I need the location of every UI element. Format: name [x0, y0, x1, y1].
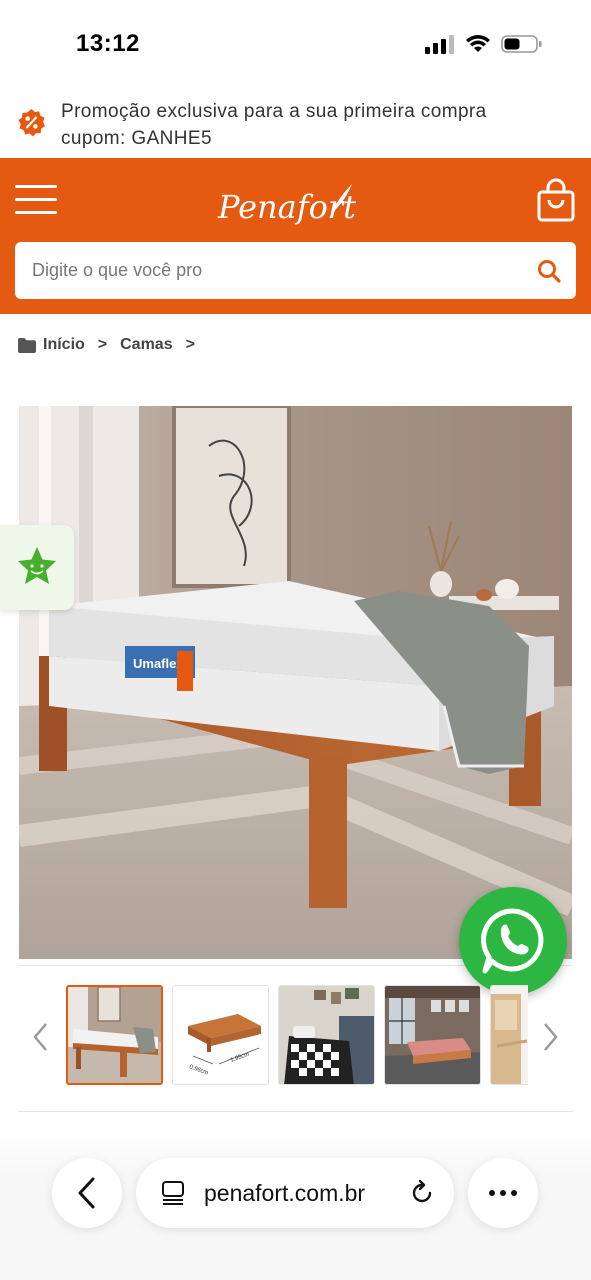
battery-icon	[501, 35, 542, 53]
more-dots-icon	[489, 1190, 517, 1196]
reviews-widget-button[interactable]	[0, 525, 74, 610]
hamburger-line	[15, 198, 57, 201]
site-header: Penafort	[0, 158, 591, 314]
thumb-image	[68, 987, 161, 1083]
logo[interactable]: Penafort	[210, 180, 380, 228]
browser-url-text: penafort.com.br	[204, 1180, 366, 1206]
thumb-bed-dimensions[interactable]: 0,96cm 1,98cm	[172, 985, 269, 1085]
browser-toolbar: penafort.com.br	[0, 1130, 591, 1280]
promo-coupon: cupom: GANHE5	[61, 128, 212, 149]
cellular-signal-icon	[425, 35, 454, 54]
status-bar: 13:12	[0, 0, 591, 88]
whatsapp-icon	[481, 908, 544, 974]
thumb-image	[491, 986, 528, 1084]
breadcrumb-item-inicio[interactable]: Início	[43, 336, 85, 354]
search-icon[interactable]	[536, 258, 562, 284]
chevron-left-icon	[78, 1177, 95, 1209]
thumbnail-strip: 0,96cm 1,98cm	[66, 985, 528, 1086]
thumb-bed-wood-detail[interactable]	[490, 985, 528, 1085]
search-input[interactable]	[15, 242, 515, 299]
section-divider	[18, 1111, 573, 1112]
reader-icon	[162, 1181, 184, 1205]
wifi-icon	[466, 35, 490, 52]
thumb-bed-checkered[interactable]	[278, 985, 375, 1085]
shopping-bag-icon[interactable]	[537, 178, 575, 222]
promo-banner: Promoção exclusiva para a sua primeira c…	[0, 88, 591, 158]
thumbnail-next-arrow[interactable]	[539, 1020, 561, 1054]
browser-more-button[interactable]	[468, 1158, 538, 1228]
thumb-image: 0,96cm 1,98cm	[173, 986, 268, 1084]
breadcrumb: Início > Camas >	[18, 336, 208, 354]
thumb-image	[385, 986, 480, 1084]
thumbnail-prev-arrow[interactable]	[30, 1020, 52, 1054]
thumb-bed-mattress[interactable]	[66, 985, 163, 1085]
mattress-brand-label: Umaflex	[133, 656, 184, 671]
promo-line-1: Promoção exclusiva para a sua primeira c…	[61, 101, 487, 122]
percent-badge-icon	[18, 108, 46, 137]
folder-icon	[18, 337, 36, 353]
reload-icon[interactable]	[408, 1179, 436, 1207]
search-bar	[15, 242, 576, 299]
whatsapp-chat-button[interactable]	[459, 887, 567, 995]
bed-with-mattress-photo: Umaflex	[19, 406, 572, 959]
thumb-bed-loft[interactable]	[384, 985, 481, 1085]
breadcrumb-separator: >	[185, 336, 195, 353]
logo-wordmark: Penafort	[217, 184, 356, 226]
product-main-image[interactable]: Umaflex	[19, 406, 572, 959]
promo-text: Promoção exclusiva para a sua primeira c…	[61, 98, 487, 152]
browser-url-bar[interactable]: penafort.com.br	[136, 1158, 454, 1228]
thumb-image	[279, 986, 374, 1084]
browser-back-button[interactable]	[52, 1158, 122, 1228]
breadcrumb-separator: >	[97, 336, 108, 353]
status-time: 13:12	[76, 30, 140, 57]
breadcrumb-item-camas[interactable]: Camas	[120, 336, 172, 354]
hamburger-line	[15, 185, 57, 188]
status-icons	[425, 34, 543, 54]
menu-button[interactable]	[15, 185, 57, 215]
star-icon	[18, 547, 56, 584]
hamburger-line	[15, 211, 57, 214]
